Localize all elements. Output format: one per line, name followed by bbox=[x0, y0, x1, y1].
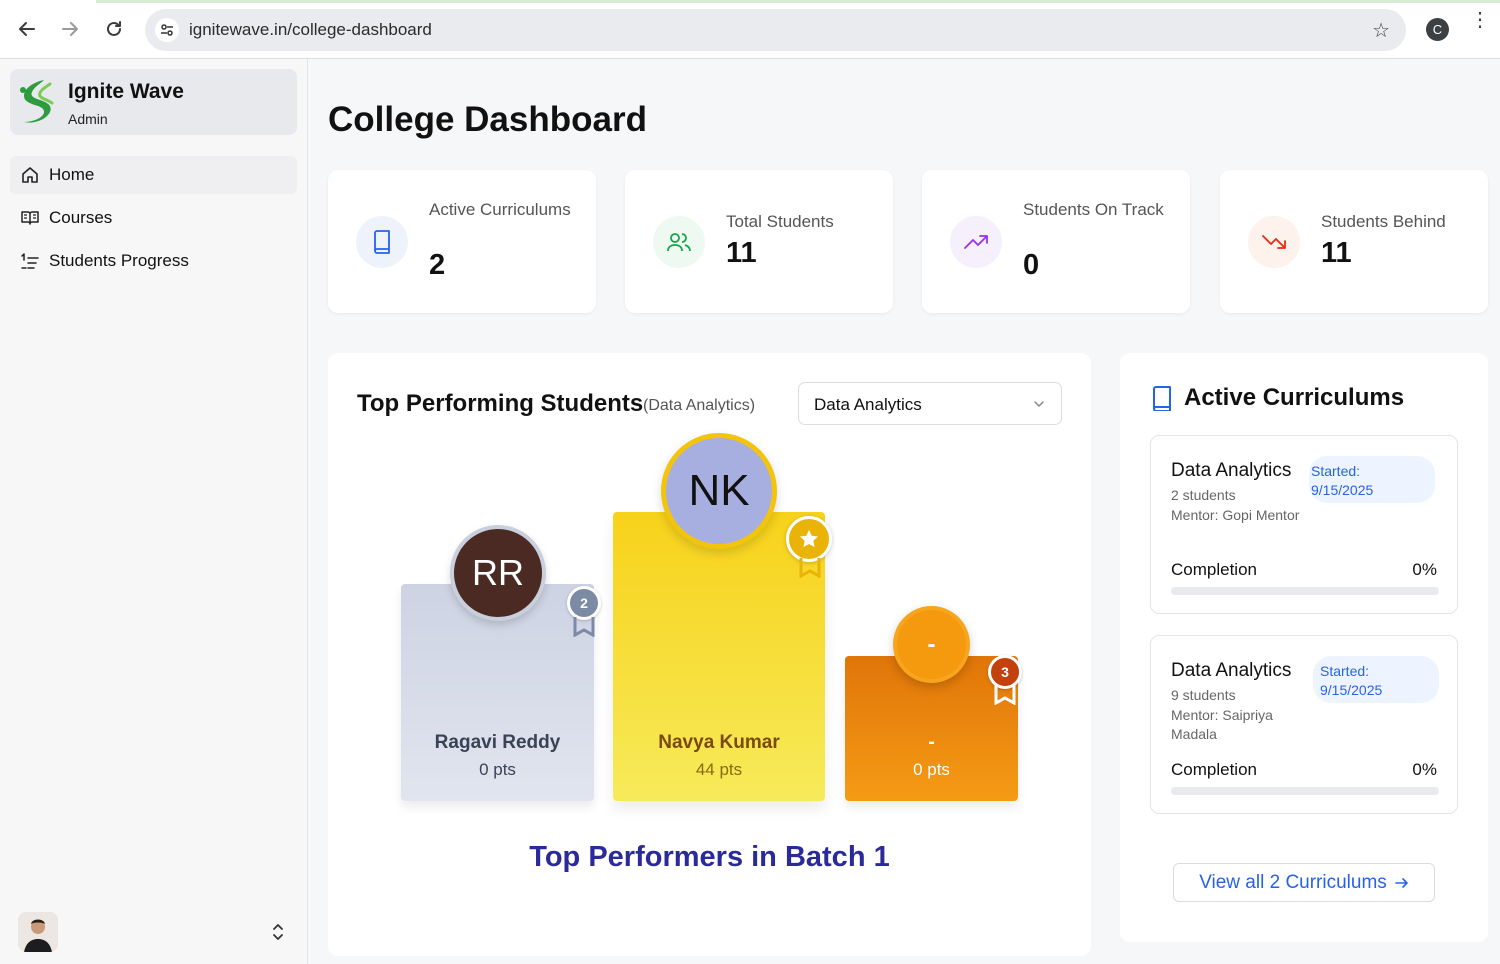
address-bar[interactable]: ignitewave.in/college-dashboard ☆ bbox=[145, 9, 1406, 51]
first-place-name: Navya Kumar bbox=[658, 732, 780, 753]
started-badge: Started: 9/15/2025 bbox=[1309, 456, 1435, 503]
started-badge: Started: 9/15/2025 bbox=[1313, 656, 1439, 703]
leaderboard-subtitle: (Data Analytics) bbox=[643, 397, 756, 414]
sidebar-item-label: Students Progress bbox=[49, 251, 189, 270]
first-place-points: 44 pts bbox=[695, 760, 743, 779]
stat-card-active-curriculums: Active Curriculums 2 bbox=[328, 170, 596, 313]
chevrons-up-down-icon[interactable] bbox=[268, 921, 288, 943]
third-place-avatar: - bbox=[893, 606, 970, 683]
book-icon bbox=[356, 216, 408, 268]
reload-icon bbox=[107, 21, 121, 36]
user-avatar[interactable] bbox=[18, 912, 58, 952]
site-settings-icon[interactable] bbox=[155, 18, 179, 42]
stat-value: 11 bbox=[726, 237, 757, 269]
curriculums-title: Active Curriculums bbox=[1184, 384, 1405, 411]
completion-value: 0% bbox=[1412, 560, 1437, 579]
rank-badge-1 bbox=[786, 516, 832, 562]
arrow-right-icon bbox=[1394, 877, 1408, 888]
started-label: Started: bbox=[1311, 463, 1361, 479]
ribbon-icon bbox=[799, 558, 821, 578]
stat-card-students-behind: Students Behind 11 bbox=[1220, 170, 1488, 313]
sidebar-item-label: Courses bbox=[49, 208, 113, 227]
page-title: College Dashboard bbox=[328, 100, 647, 139]
view-all-label: View all 2 Curriculums bbox=[1199, 871, 1387, 893]
page-load-indicator bbox=[96, 0, 1500, 3]
curriculum-select-value: Data Analytics bbox=[814, 395, 922, 414]
list-ordered-icon bbox=[20, 251, 40, 271]
book-icon bbox=[1153, 386, 1171, 411]
stat-label: Active Curriculums bbox=[429, 200, 571, 219]
started-date: 9/15/2025 bbox=[1320, 682, 1383, 698]
brand-role: Admin bbox=[68, 111, 108, 127]
student-count: 2 students bbox=[1171, 487, 1236, 503]
curriculum-card[interactable]: Data Analytics Started: 9/15/2025 2 stud… bbox=[1150, 435, 1458, 614]
sidebar-item-students-progress[interactable]: Students Progress bbox=[10, 242, 297, 280]
brand-name: Ignite Wave bbox=[68, 80, 184, 103]
users-icon bbox=[653, 216, 705, 268]
stat-label: Students On Track bbox=[1023, 200, 1164, 219]
stat-card-total-students: Total Students 11 bbox=[625, 170, 893, 313]
reload-button[interactable] bbox=[99, 14, 129, 44]
second-place-name: Ragavi Reddy bbox=[434, 732, 561, 753]
browser-profile-avatar[interactable]: C bbox=[1426, 18, 1449, 41]
student-count: 9 students bbox=[1171, 687, 1236, 703]
curriculum-meta: 2 students Mentor: Gopi Mentor bbox=[1171, 486, 1311, 525]
first-place-avatar: NK bbox=[661, 433, 777, 549]
stat-label: Students Behind bbox=[1321, 212, 1446, 231]
browser-toolbar: ignitewave.in/college-dashboard ☆ C ⋮ bbox=[0, 0, 1500, 59]
completion-progress-bar bbox=[1171, 587, 1439, 595]
back-button[interactable] bbox=[12, 14, 42, 44]
stat-label: Total Students bbox=[726, 212, 834, 231]
arrow-left-icon bbox=[19, 22, 35, 36]
curriculum-card[interactable]: Data Analytics Started: 9/15/2025 9 stud… bbox=[1150, 635, 1458, 814]
rank-badge-2: 2 bbox=[567, 586, 601, 620]
completion-progress-bar bbox=[1171, 787, 1439, 795]
forward-button[interactable] bbox=[55, 14, 85, 44]
ignite-wave-logo bbox=[20, 80, 54, 123]
mentor-name: Mentor: Saipriya Madala bbox=[1171, 706, 1273, 743]
batch-title: Top Performers in Batch 1 bbox=[529, 841, 890, 873]
rank-badge-3: 3 bbox=[988, 655, 1022, 689]
arrow-right-icon bbox=[62, 22, 78, 36]
brand-header[interactable]: Ignite Wave Admin bbox=[10, 69, 297, 135]
started-label: Started: bbox=[1320, 663, 1370, 679]
third-place-points: 0 pts bbox=[913, 760, 950, 779]
stat-value: 0 bbox=[1023, 249, 1040, 281]
sidebar-item-label: Home bbox=[49, 165, 95, 184]
second-place-avatar: RR bbox=[450, 525, 546, 621]
book-open-icon bbox=[20, 208, 40, 228]
ribbon-icon bbox=[573, 617, 595, 637]
completion-label: Completion bbox=[1171, 560, 1257, 579]
url-text[interactable]: ignitewave.in/college-dashboard bbox=[189, 20, 432, 40]
ribbon-icon bbox=[994, 685, 1016, 705]
browser-menu-icon[interactable]: ⋮ bbox=[1470, 10, 1490, 30]
curriculum-meta: 9 students Mentor: Saipriya Madala bbox=[1171, 686, 1311, 745]
active-curriculums-panel: Active Curriculums Data Analytics Starte… bbox=[1120, 353, 1488, 942]
bookmark-star-icon[interactable]: ☆ bbox=[1372, 18, 1390, 43]
view-all-curriculums-button[interactable]: View all 2 Curriculums bbox=[1173, 863, 1435, 902]
curriculum-name: Data Analytics bbox=[1171, 660, 1292, 681]
trending-down-icon bbox=[1248, 216, 1300, 268]
completion-value: 0% bbox=[1412, 760, 1437, 779]
started-date: 9/15/2025 bbox=[1311, 482, 1374, 498]
star-icon bbox=[800, 530, 818, 547]
leaderboard-title: Top Performing Students bbox=[357, 390, 644, 417]
top-performers-panel: Top Performing Students (Data Analytics)… bbox=[328, 353, 1091, 956]
curriculum-name: Data Analytics bbox=[1171, 460, 1292, 481]
completion-label: Completion bbox=[1171, 760, 1257, 779]
stat-card-students-on-track: Students On Track 0 bbox=[922, 170, 1190, 313]
sidebar-item-home[interactable]: Home bbox=[10, 156, 297, 194]
trending-up-icon bbox=[950, 216, 1002, 268]
stat-value: 2 bbox=[429, 249, 446, 281]
second-place-points: 0 pts bbox=[479, 760, 516, 779]
curriculum-select[interactable]: Data Analytics bbox=[798, 382, 1062, 425]
stat-value: 11 bbox=[1321, 237, 1352, 269]
third-place-name: - bbox=[928, 732, 935, 753]
mentor-name: Mentor: Gopi Mentor bbox=[1171, 506, 1300, 523]
chevron-down-icon bbox=[1034, 401, 1044, 408]
sidebar: Ignite Wave Admin Home Courses Students … bbox=[0, 59, 308, 964]
home-icon bbox=[20, 165, 40, 185]
sidebar-item-courses[interactable]: Courses bbox=[10, 199, 297, 237]
